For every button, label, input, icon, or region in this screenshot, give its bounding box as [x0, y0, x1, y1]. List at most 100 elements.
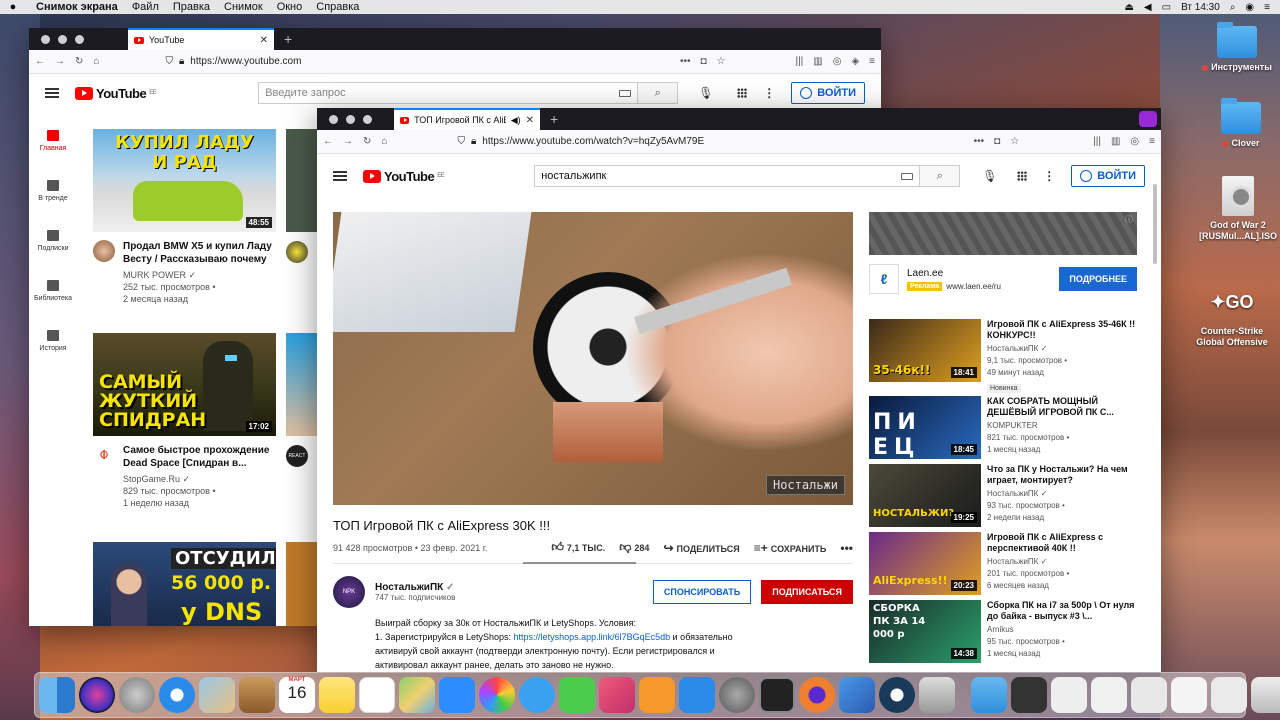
xcode-icon[interactable]: [839, 677, 875, 713]
pocket-icon[interactable]: ◘: [994, 136, 1000, 147]
save-button[interactable]: ≡+ СОХРАНИТЬ: [754, 541, 827, 555]
video-thumbnail[interactable]: НОСТАЛЬЖИ? 19:25: [869, 464, 981, 527]
calendar-icon[interactable]: МАРТ 16: [279, 677, 315, 713]
recommended-item[interactable]: AliExpress!! 20:23 Игровой ПК с AliExpre…: [869, 532, 1139, 595]
search-button[interactable]: ⌕: [919, 166, 960, 186]
nav-subscriptions[interactable]: Подписки: [29, 216, 77, 266]
search-button[interactable]: ⌕: [637, 83, 678, 103]
desktop-icon-csgo[interactable]: ✦GO Counter-Strike Global Offensive: [1187, 282, 1277, 348]
menu-help[interactable]: Справка: [309, 1, 366, 13]
ad-info-icon[interactable]: ⓘ: [1125, 214, 1133, 225]
more-actions-icon[interactable]: •••: [840, 541, 853, 555]
forward-arrow-icon[interactable]: →: [55, 56, 65, 67]
menu-window[interactable]: Окно: [270, 1, 310, 13]
ad-logo[interactable]: ℓ: [869, 264, 899, 294]
video-card[interactable]: КУПИЛ ЛАДУ И РАД 48:55 Продал BMW X5 и к…: [93, 129, 277, 305]
screenshot-icon[interactable]: [919, 677, 955, 713]
video-thumbnail[interactable]: ОТСУДИЛ 56 000 р. у DNS: [93, 542, 276, 626]
sign-in-button[interactable]: ВОЙТИ: [1071, 165, 1145, 187]
recent-item-icon[interactable]: [1011, 677, 1047, 713]
recommended-item[interactable]: ПИ ЕЦ 18:45 КАК СОБРАТЬ МОЩНЫЙ ДЕШЁВЫЙ И…: [869, 396, 1139, 459]
steam-icon[interactable]: [879, 677, 915, 713]
forward-arrow-icon[interactable]: →: [343, 136, 353, 147]
new-tab-button[interactable]: +: [540, 111, 568, 127]
like-button[interactable]: 👍︎ 7,1 ТЫС.: [551, 540, 605, 555]
avatar[interactable]: [93, 240, 115, 262]
nav-library[interactable]: Библиотека: [29, 266, 77, 316]
recommended-item[interactable]: 35-46к!! 18:41 Игровой ПК с AliExpress 3…: [869, 319, 1139, 393]
clock[interactable]: Вт 14:30: [1181, 2, 1220, 13]
account-icon[interactable]: ◎: [1130, 136, 1139, 147]
youtube-logo[interactable]: YouTube EE: [363, 169, 445, 184]
notification-center-icon[interactable]: ≡: [1264, 2, 1270, 13]
recommended-item[interactable]: СБОРКА ПК ЗА 14 000 р 14:38 Сборка ПК на…: [869, 600, 1139, 663]
finder-icon[interactable]: [39, 677, 75, 713]
desktop-icon-clover[interactable]: Clover: [1196, 98, 1280, 149]
eject-icon[interactable]: ⏏: [1124, 2, 1133, 13]
zoom-icon[interactable]: [439, 677, 475, 713]
ad-more-button[interactable]: ПОДРОБНЕЕ: [1059, 267, 1137, 291]
apple-menu-icon[interactable]: ●: [0, 1, 26, 13]
tab-close-icon[interactable]: ✕: [526, 115, 534, 126]
messages-icon[interactable]: [519, 677, 555, 713]
photos-icon[interactable]: [479, 677, 515, 713]
menu-capture[interactable]: Снимок: [217, 1, 270, 13]
video-title[interactable]: Что за ПК у Ностальжи? На чем играет, мо…: [987, 464, 1139, 486]
reminders-icon[interactable]: [359, 677, 395, 713]
nav-trending[interactable]: В тренде: [29, 166, 77, 216]
recommended-item[interactable]: НОСТАЛЬЖИ? 19:25 Что за ПК у Ностальжи? …: [869, 464, 1139, 527]
recent-document-icon[interactable]: [1131, 677, 1167, 713]
safari-icon[interactable]: [159, 677, 195, 713]
home-icon[interactable]: ⌂: [93, 56, 99, 67]
zoom-window-button[interactable]: [75, 34, 84, 44]
video-title[interactable]: Сборка ПК на i7 за 500р \ От нуля до бай…: [987, 600, 1139, 622]
avatar[interactable]: REACT: [286, 445, 308, 467]
video-card[interactable]: ОТСУДИЛ 56 000 р. у DNS: [93, 542, 277, 626]
scrollbar[interactable]: [1153, 184, 1157, 264]
more-options-icon[interactable]: ⋮: [1043, 169, 1055, 183]
keyboard-icon[interactable]: [901, 172, 914, 180]
maps-icon[interactable]: [399, 677, 435, 713]
notes-icon[interactable]: [319, 677, 355, 713]
stopgame-avatar[interactable]: ⌽: [93, 444, 115, 466]
video-thumbnail[interactable]: СБОРКА ПК ЗА 14 000 р 14:38: [869, 600, 981, 663]
ad-banner[interactable]: ⓘ: [869, 212, 1137, 255]
desktop-icon-tools[interactable]: Инструменты: [1192, 22, 1280, 73]
app-menu-icon[interactable]: ≡: [869, 56, 875, 67]
channel-name[interactable]: Arnikus: [987, 624, 1139, 636]
video-thumbnail[interactable]: 35-46к!! 18:41: [869, 319, 981, 382]
system-preferences-icon[interactable]: [719, 677, 755, 713]
page-actions-icon[interactable]: •••: [680, 56, 691, 67]
bookmark-star-icon[interactable]: ☆: [717, 56, 726, 67]
reload-icon[interactable]: ↻: [75, 56, 83, 67]
share-button[interactable]: ↪ ПОДЕЛИТЬСЯ: [663, 541, 739, 555]
mic-icon[interactable]: 🎙︎: [982, 169, 997, 183]
youtube-logo[interactable]: YouTube EE: [75, 86, 157, 101]
battery-icon[interactable]: ▭: [1162, 2, 1171, 13]
account-icon[interactable]: ◎: [833, 56, 842, 67]
nav-history[interactable]: История: [29, 316, 77, 366]
video-title[interactable]: Игровой ПК с AliExpress с перспективой 4…: [987, 532, 1139, 554]
nav-home[interactable]: Главная: [29, 116, 77, 166]
books-icon[interactable]: [639, 677, 675, 713]
video-title[interactable]: КАК СОБРАТЬ МОЩНЫЙ ДЕШЁВЫЙ ИГРОВОЙ ПК С.…: [987, 396, 1139, 418]
facetime-icon[interactable]: [559, 677, 595, 713]
ad-name[interactable]: Laen.ee: [907, 268, 1001, 279]
recent-document-icon[interactable]: [1171, 677, 1207, 713]
downloads-folder-icon[interactable]: [971, 677, 1007, 713]
siri-icon[interactable]: ◉: [1245, 2, 1254, 13]
video-thumbnail[interactable]: САМЫЙ ЖУТКИЙ СПИДРАН 17:02: [93, 333, 276, 436]
keyboard-icon[interactable]: [619, 89, 632, 97]
mic-icon[interactable]: 🎙︎: [698, 86, 713, 100]
channel-avatar[interactable]: NPK: [333, 576, 365, 608]
sidebar-icon[interactable]: ▥: [1111, 136, 1120, 147]
menu-edit[interactable]: Правка: [166, 1, 217, 13]
music-icon[interactable]: [599, 677, 635, 713]
channel-name[interactable]: MURK POWER: [123, 270, 186, 280]
speaker-icon[interactable]: ◀): [511, 115, 521, 126]
desktop-icon-iso[interactable]: God of War 2 [RUSMul...AL].ISO: [1193, 176, 1280, 242]
tab-video[interactable]: ТОП Игровой ПК с AliExpre ◀) ✕: [394, 108, 540, 130]
sidebar-icon[interactable]: ▥: [813, 56, 822, 67]
activity-monitor-icon[interactable]: [759, 677, 795, 713]
bookmark-star-icon[interactable]: ☆: [1010, 136, 1019, 147]
